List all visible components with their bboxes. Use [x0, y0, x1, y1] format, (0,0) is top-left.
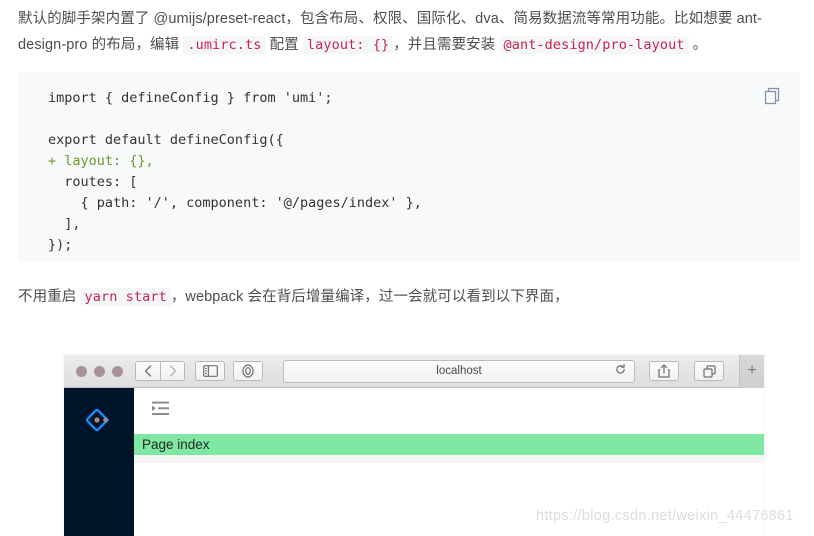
sidebar-toggle-icon — [202, 365, 218, 377]
intro-text-segment-4: 。 — [688, 37, 708, 53]
app-sidebar — [64, 388, 134, 536]
show-tabs-button[interactable] — [694, 361, 724, 381]
ant-design-logo-icon[interactable] — [83, 406, 115, 443]
app-header — [134, 388, 764, 434]
code-line-end: }); — [48, 237, 73, 253]
chevron-left-icon — [144, 365, 152, 377]
restart-text-segment-1: 不用重启 — [18, 289, 81, 305]
reload-icon[interactable] — [615, 364, 626, 378]
show-tabs-icon — [702, 364, 716, 378]
menu-fold-icon[interactable] — [152, 401, 169, 421]
code-line-routes-close: ], — [48, 216, 81, 232]
restart-text-segment-2: ，webpack 会在背后增量编译，过一会就可以看到以下界面， — [170, 289, 569, 305]
intro-text-segment-2: 配置 — [265, 37, 303, 53]
inline-code-yarn-start: yarn start — [80, 288, 171, 306]
toolbar-right-buttons — [649, 361, 732, 381]
inline-code-umirc: .umirc.ts — [183, 36, 266, 54]
page-index-banner: Page index — [134, 434, 764, 455]
restart-paragraph: 不用重启 yarn start ，webpack 会在背后增量编译，过一会就可以看… — [18, 284, 718, 310]
sidebar-toggle-button[interactable] — [195, 361, 225, 381]
new-tab-label: + — [747, 362, 757, 379]
close-window-button[interactable] — [76, 365, 87, 377]
window-traffic-lights — [76, 365, 123, 377]
code-block: import { defineConfig } from 'umi'; expo… — [18, 72, 800, 262]
chevron-right-icon — [169, 365, 176, 377]
privacy-report-button[interactable] — [233, 361, 263, 381]
page-index-label: Page index — [142, 437, 210, 452]
back-button[interactable] — [135, 361, 160, 381]
inline-code-layout: layout: {} — [302, 36, 394, 54]
minimize-window-button[interactable] — [94, 365, 105, 377]
navigation-buttons — [135, 361, 185, 381]
code-line-added-layout: + layout: {}, — [48, 153, 154, 169]
privacy-report-icon — [242, 364, 254, 378]
content-background-strip — [134, 455, 764, 463]
code-line-route-entry: { path: '/', component: '@/pages/index' … — [48, 195, 422, 211]
forward-button[interactable] — [160, 361, 185, 381]
code-line-export: export default defineConfig({ — [48, 132, 284, 148]
copy-icon[interactable] — [764, 87, 782, 107]
intro-text-segment-3: ，并且需要安装 — [393, 37, 500, 53]
app-main-area: Page index — [134, 388, 764, 536]
browser-mockup-screenshot: localhost + Page index — [64, 355, 764, 536]
code-block-content: import { defineConfig } from 'umi'; expo… — [18, 72, 800, 272]
zoom-window-button[interactable] — [112, 365, 123, 377]
share-icon — [658, 364, 670, 378]
address-bar[interactable]: localhost — [283, 359, 635, 383]
new-tab-button[interactable]: + — [739, 355, 764, 388]
browser-viewport: Page index — [64, 388, 764, 536]
code-line-routes-open: routes: [ — [48, 174, 138, 190]
browser-toolbar: localhost + — [64, 355, 764, 388]
share-button[interactable] — [649, 361, 679, 381]
intro-paragraph: 默认的脚手架内置了 @umijs/preset-react，包含布局、权限、国际… — [18, 6, 800, 58]
address-bar-value: localhost — [436, 365, 482, 377]
code-line-import: import { defineConfig } from 'umi'; — [48, 90, 333, 106]
inline-code-pro-layout: @ant-design/pro-layout — [499, 36, 689, 54]
